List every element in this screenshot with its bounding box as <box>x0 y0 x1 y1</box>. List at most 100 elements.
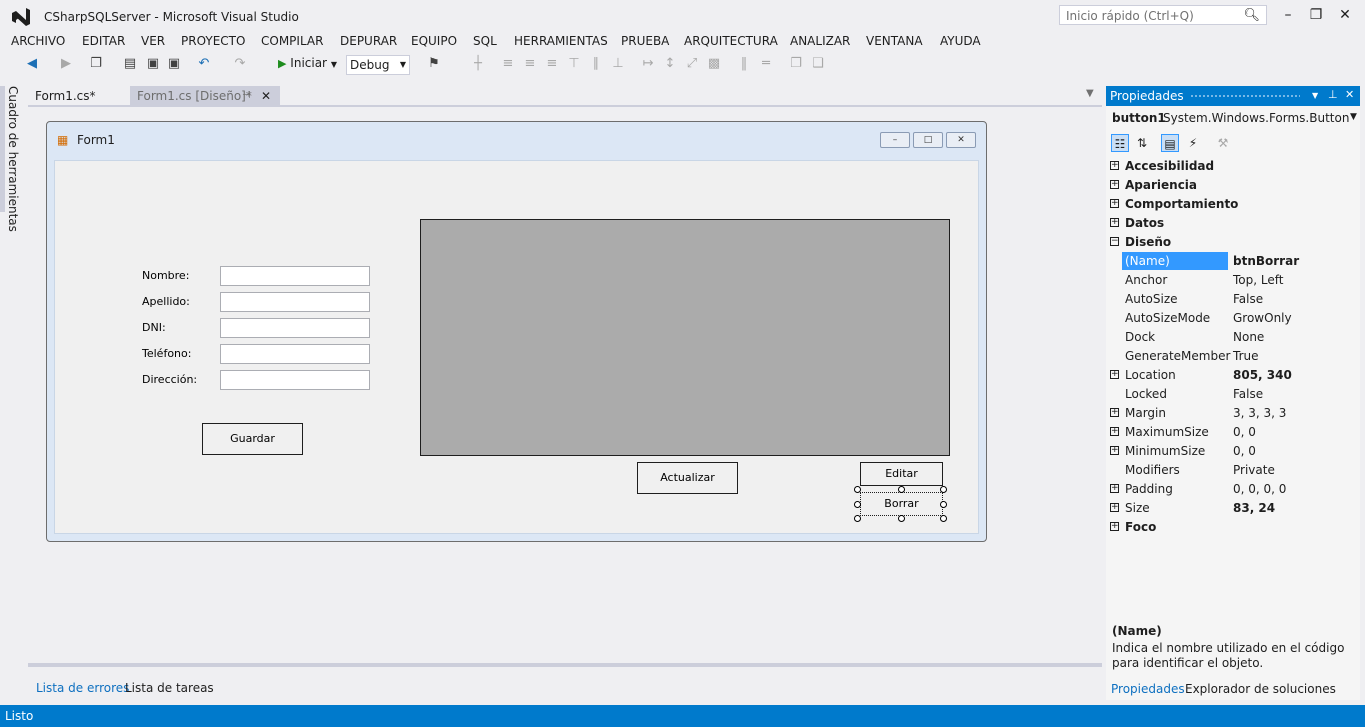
back-icon[interactable]: ◀ <box>24 56 40 72</box>
menu-archivo[interactable]: ARCHIVO <box>11 34 65 48</box>
find-icon[interactable]: ⚑ <box>426 56 442 72</box>
property-row[interactable]: + MinimumSize 0, 0 <box>1106 442 1360 461</box>
property-row[interactable]: Dock None <box>1106 328 1360 347</box>
property-row[interactable]: + Margin 3, 3, 3, 3 <box>1106 404 1360 423</box>
align-left-icon[interactable]: ≡ <box>500 56 516 72</box>
menu-herramientas[interactable]: HERRAMIENTAS <box>514 34 608 48</box>
save-icon[interactable]: ▣ <box>145 56 161 72</box>
editar-button[interactable]: Editar <box>860 462 943 486</box>
collapse-icon[interactable]: − <box>1110 237 1119 246</box>
textbox-direccion[interactable] <box>220 370 370 390</box>
form1-window[interactable]: ▦ Form1 – □ ✕ Nombre: Apellido: DNI: Tel… <box>46 121 987 542</box>
expand-icon[interactable]: + <box>1110 370 1119 379</box>
property-row[interactable]: GenerateMember True <box>1106 347 1360 366</box>
category-accesibilidad[interactable]: + Accesibilidad <box>1106 157 1360 176</box>
solution-configuration-select[interactable]: Debug ▼ <box>346 55 410 75</box>
vertical-spacing-icon[interactable]: ═ <box>758 56 774 72</box>
menu-depurar[interactable]: DEPURAR <box>340 34 397 48</box>
textbox-nombre[interactable] <box>220 266 370 286</box>
resize-handle[interactable] <box>940 501 947 508</box>
category-foco[interactable]: + Foco <box>1106 518 1360 537</box>
categorized-icon[interactable]: ☷ <box>1111 134 1129 152</box>
expand-icon[interactable]: + <box>1110 484 1119 493</box>
expand-icon[interactable]: + <box>1110 446 1119 455</box>
guardar-button[interactable]: Guardar <box>202 423 303 455</box>
expand-icon[interactable]: + <box>1110 199 1119 208</box>
resize-handle[interactable] <box>898 486 905 493</box>
menu-equipo[interactable]: EQUIPO <box>411 34 457 48</box>
expand-icon[interactable]: + <box>1110 180 1119 189</box>
textbox-dni[interactable] <box>220 318 370 338</box>
menu-arquitectura[interactable]: ARQUITECTURA <box>684 34 778 48</box>
tab-form1-code[interactable]: Form1.cs* <box>28 86 129 106</box>
property-row[interactable]: + MaximumSize 0, 0 <box>1106 423 1360 442</box>
menu-proyecto[interactable]: PROYECTO <box>181 34 245 48</box>
menu-editar[interactable]: EDITAR <box>82 34 125 48</box>
data-grid-view[interactable] <box>420 219 950 456</box>
textbox-apellido[interactable] <box>220 292 370 312</box>
property-row[interactable]: AutoSizeMode GrowOnly <box>1106 309 1360 328</box>
menu-ver[interactable]: VER <box>141 34 165 48</box>
align-top-icon[interactable]: ⊤ <box>566 56 582 72</box>
menu-analizar[interactable]: ANALIZAR <box>790 34 850 48</box>
bottom-panel-splitter[interactable] <box>28 663 1102 667</box>
save-all-icon[interactable]: ▣ <box>166 56 182 72</box>
expand-icon[interactable]: + <box>1110 218 1119 227</box>
close-button[interactable]: ✕ <box>1330 4 1360 26</box>
property-value[interactable]: btnBorrar <box>1233 254 1299 268</box>
property-value[interactable]: 0, 0, 0, 0 <box>1233 482 1286 496</box>
property-row[interactable]: Anchor Top, Left <box>1106 271 1360 290</box>
pin-icon[interactable]: ⊥ <box>1328 88 1338 101</box>
property-value[interactable]: 805, 340 <box>1233 368 1292 382</box>
new-project-icon[interactable]: ❐ <box>88 56 104 72</box>
menu-ayuda[interactable]: AYUDA <box>940 34 981 48</box>
property-pages-icon[interactable]: ⚒ <box>1214 134 1232 152</box>
borrar-button[interactable]: Borrar <box>860 492 943 516</box>
resize-handle[interactable] <box>898 515 905 522</box>
property-value[interactable]: 0, 0 <box>1233 425 1256 439</box>
open-file-icon[interactable]: ▤ <box>122 56 138 72</box>
tab-propiedades[interactable]: Propiedades <box>1111 682 1185 696</box>
chevron-down-icon[interactable]: ▼ <box>1312 91 1318 100</box>
align-middle-icon[interactable]: ∥ <box>588 56 604 72</box>
align-bottom-icon[interactable]: ⊥ <box>610 56 626 72</box>
menu-ventana[interactable]: VENTANA <box>866 34 923 48</box>
undo-icon[interactable]: ↶ <box>196 56 212 72</box>
property-row[interactable]: (Name) btnBorrar <box>1106 252 1360 271</box>
menu-prueba[interactable]: PRUEBA <box>621 34 669 48</box>
pin-icon[interactable]: ⊣ <box>242 86 251 106</box>
property-row[interactable]: + Size 83, 24 <box>1106 499 1360 518</box>
align-right-icon[interactable]: ≡ <box>544 56 560 72</box>
properties-icon[interactable]: ▤ <box>1161 134 1179 152</box>
same-size-icon[interactable]: ▩ <box>706 56 722 72</box>
object-selector[interactable]: button1 System.Windows.Forms.Button ▼ <box>1106 108 1360 128</box>
tab-lista-errores[interactable]: Lista de errores <box>36 681 129 695</box>
toolbox-tab[interactable]: Cuadro de herramientas <box>6 86 20 232</box>
textbox-telefono[interactable] <box>220 344 370 364</box>
category-apariencia[interactable]: + Apariencia <box>1106 176 1360 195</box>
resize-handle[interactable] <box>854 486 861 493</box>
drag-grip[interactable] <box>1190 94 1300 98</box>
category-datos[interactable]: + Datos <box>1106 214 1360 233</box>
expand-icon[interactable]: + <box>1110 161 1119 170</box>
close-icon[interactable]: ✕ <box>1345 88 1354 101</box>
property-value[interactable]: None <box>1233 330 1264 344</box>
expand-icon[interactable]: + <box>1110 522 1119 531</box>
menu-compilar[interactable]: COMPILAR <box>261 34 323 48</box>
property-value[interactable]: 83, 24 <box>1233 501 1275 515</box>
same-height-icon[interactable]: ↕ <box>662 56 678 72</box>
forward-icon[interactable]: ▶ <box>58 56 74 72</box>
property-value[interactable]: True <box>1233 349 1259 363</box>
tab-explorador-soluciones[interactable]: Explorador de soluciones <box>1185 682 1336 696</box>
send-to-back-icon[interactable]: ❑ <box>810 56 826 72</box>
tab-lista-tareas[interactable]: Lista de tareas <box>125 681 214 695</box>
close-icon[interactable]: ✕ <box>261 86 271 106</box>
expand-icon[interactable]: + <box>1110 503 1119 512</box>
property-row[interactable]: AutoSize False <box>1106 290 1360 309</box>
expand-icon[interactable]: + <box>1110 408 1119 417</box>
category-comportamiento[interactable]: + Comportamiento <box>1106 195 1360 214</box>
resize-handle[interactable] <box>854 515 861 522</box>
property-value[interactable]: False <box>1233 387 1263 401</box>
search-icon[interactable]: 🔍︎ <box>1243 8 1260 23</box>
category-diseno[interactable]: − Diseño <box>1106 233 1360 252</box>
